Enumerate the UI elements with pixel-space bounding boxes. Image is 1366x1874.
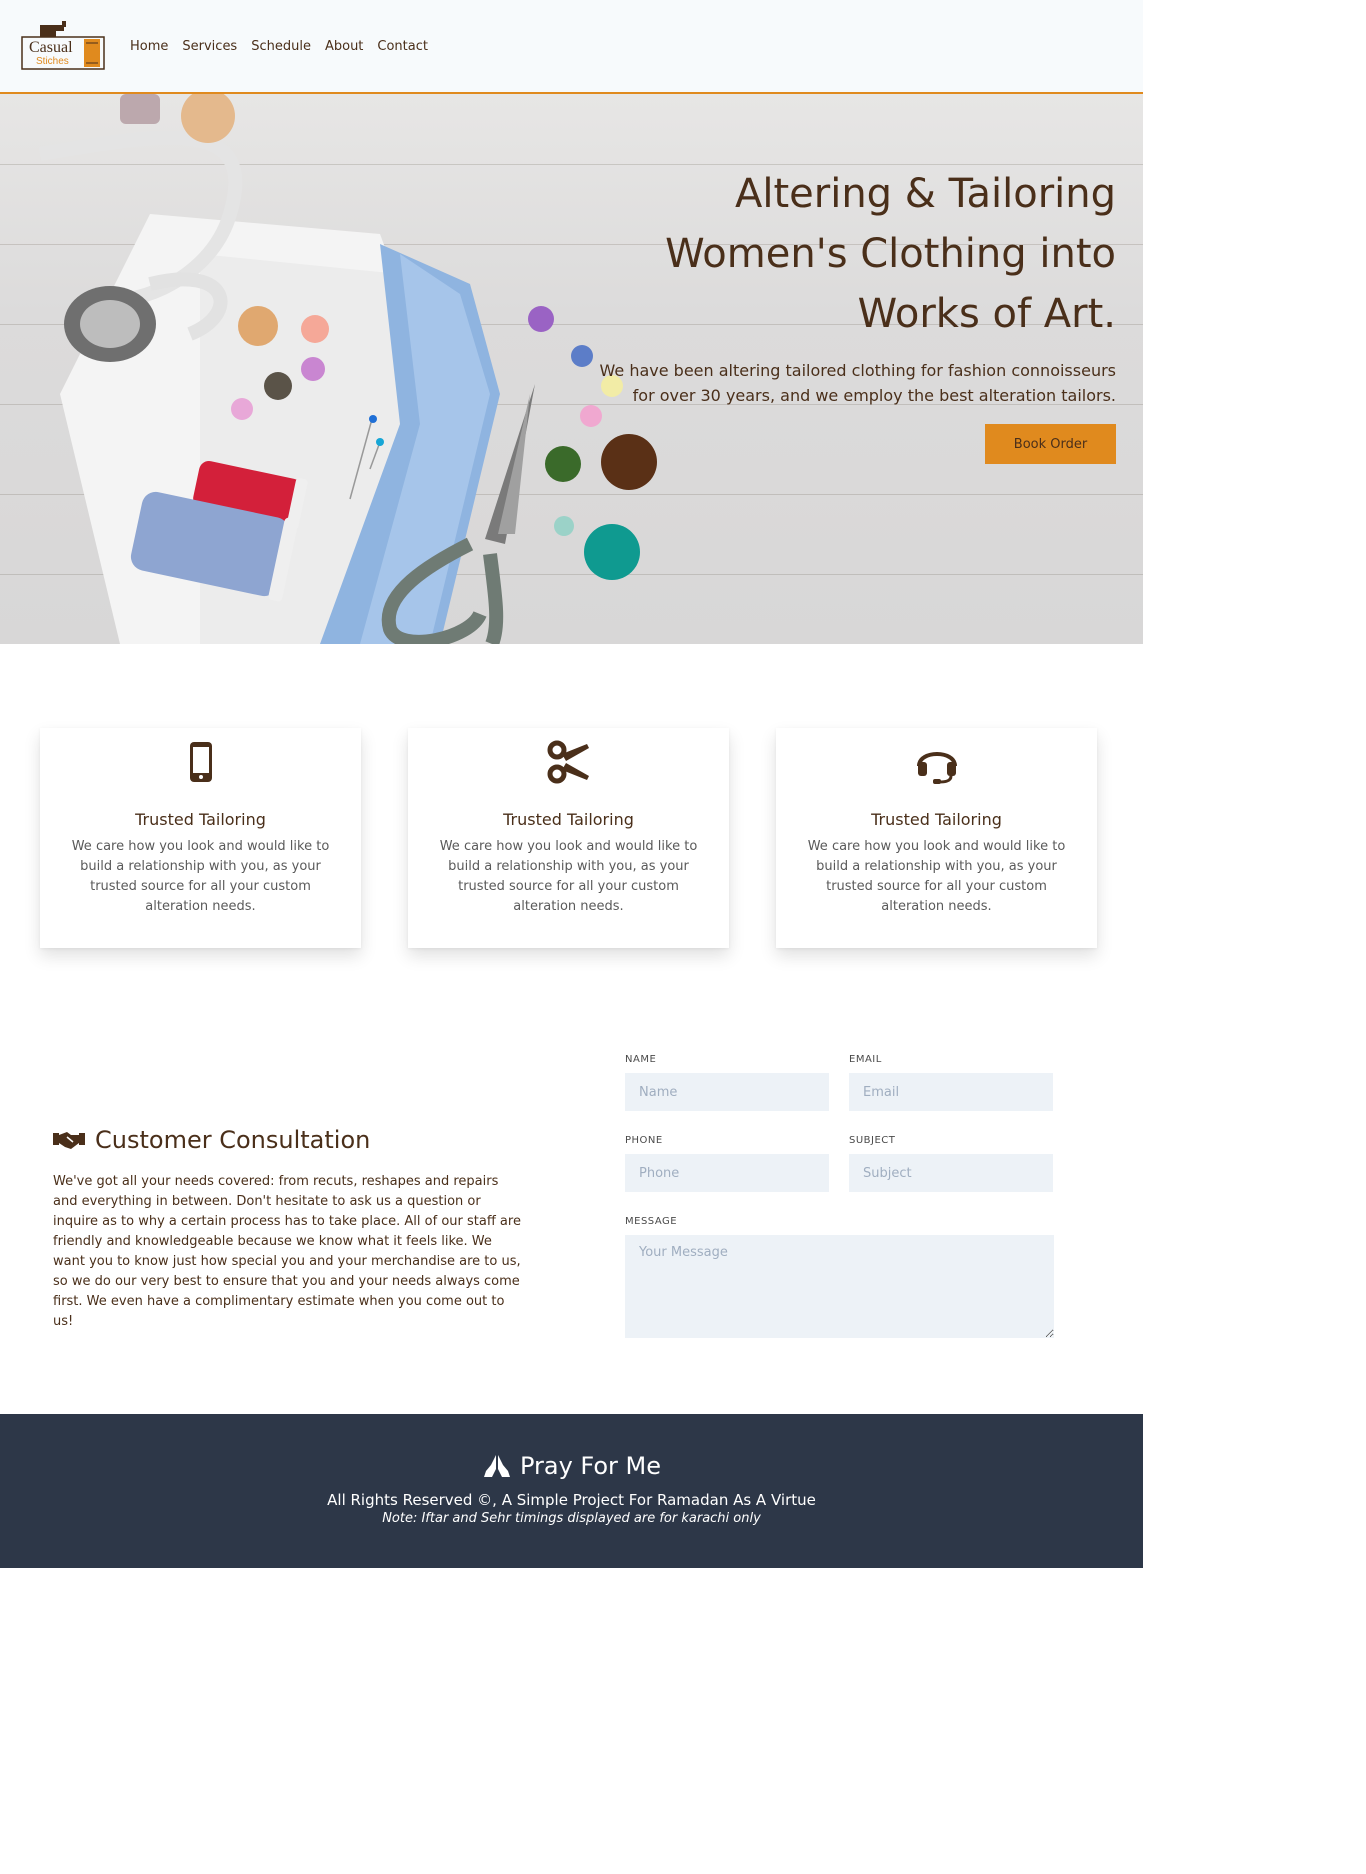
- name-field-group: NAME: [625, 1054, 829, 1111]
- feature-text: We care how you look and would like to b…: [807, 839, 1066, 914]
- hero-section: Altering & Tailoring Women's Clothing in…: [0, 94, 1143, 644]
- footer-copyright: All Rights Reserved ©, A Simple Project …: [327, 1491, 816, 1509]
- name-label: NAME: [625, 1054, 657, 1065]
- hero-title-line-2: Women's Clothing into: [665, 231, 1116, 277]
- message-field-group: MESSAGE: [625, 1216, 1054, 1342]
- nav-link-contact[interactable]: Contact: [377, 39, 428, 54]
- feature-text: We care how you look and would like to b…: [71, 839, 330, 914]
- contact-form: NAME EMAIL PHONE SUBJECT MESSAGE: [625, 1054, 1055, 1366]
- hero-subtitle: We have been altering tailored clothing …: [599, 361, 1116, 405]
- feature-card: Trusted Tailoring We care how you look a…: [776, 728, 1097, 948]
- site-footer: Pray For Me All Rights Reserved ©, A Sim…: [0, 1414, 1143, 1568]
- consultation-info: Customer Consultation We've got all your…: [53, 1126, 523, 1332]
- logo-sub-text: Stiches: [36, 56, 69, 67]
- praying-hands-icon: [483, 1455, 510, 1477]
- form-row: NAME EMAIL: [625, 1054, 1055, 1111]
- scissors-icon: [547, 740, 589, 784]
- subject-label: SUBJECT: [849, 1135, 896, 1146]
- feature-card: Trusted Tailoring We care how you look a…: [408, 728, 729, 948]
- nav-links: Home Services Schedule About Contact: [130, 39, 428, 54]
- nav-link-home[interactable]: Home: [130, 39, 168, 54]
- consultation-text: We've got all your needs covered: from r…: [53, 1174, 521, 1329]
- top-navbar: Casual Stiches Home Services Schedule Ab…: [0, 0, 1143, 94]
- message-textarea[interactable]: [625, 1235, 1054, 1338]
- hero-title: Altering & Tailoring Women's Clothing in…: [596, 164, 1116, 344]
- nav-link-schedule[interactable]: Schedule: [251, 39, 311, 54]
- nav-link-services[interactable]: Services: [182, 39, 237, 54]
- message-label: MESSAGE: [625, 1216, 678, 1227]
- footer-note: Note: Iftar and Sehr timings displayed a…: [382, 1511, 761, 1526]
- footer-brand: Pray For Me: [482, 1452, 661, 1480]
- consultation-heading: Customer Consultation: [53, 1126, 523, 1154]
- logo-main-text: Casual: [29, 39, 73, 56]
- feature-card: Trusted Tailoring We care how you look a…: [40, 728, 361, 948]
- nav-link-about[interactable]: About: [325, 39, 363, 54]
- features-section: Trusted Tailoring We care how you look a…: [0, 644, 1143, 948]
- email-input[interactable]: [849, 1073, 1053, 1111]
- consultation-title: Customer Consultation: [95, 1126, 371, 1154]
- hero-title-line-1: Altering & Tailoring: [734, 171, 1116, 217]
- book-order-button[interactable]: Book Order: [985, 424, 1116, 464]
- form-row: PHONE SUBJECT: [625, 1135, 1055, 1192]
- email-label: EMAIL: [849, 1054, 882, 1065]
- brand-logo[interactable]: Casual Stiches: [20, 19, 106, 73]
- email-field-group: EMAIL: [849, 1054, 1053, 1111]
- phone-field-group: PHONE: [625, 1135, 829, 1192]
- feature-title: Trusted Tailoring: [503, 810, 634, 829]
- sewing-supplies-image: [38, 94, 657, 644]
- name-input[interactable]: [625, 1073, 829, 1111]
- footer-title: Pray For Me: [519, 1452, 662, 1480]
- feature-title: Trusted Tailoring: [871, 810, 1002, 829]
- headset-icon: [916, 752, 957, 784]
- subject-input[interactable]: [849, 1154, 1053, 1192]
- subject-field-group: SUBJECT: [849, 1135, 1053, 1192]
- form-row: MESSAGE: [625, 1216, 1055, 1342]
- feature-title: Trusted Tailoring: [135, 810, 266, 829]
- phone-input[interactable]: [625, 1154, 829, 1192]
- hero-content: Altering & Tailoring Women's Clothing in…: [596, 164, 1116, 464]
- consultation-section: Customer Consultation We've got all your…: [0, 948, 1143, 1414]
- phone-label: PHONE: [625, 1135, 663, 1146]
- hero-title-line-3: Works of Art.: [857, 291, 1116, 337]
- feature-text: We care how you look and would like to b…: [439, 839, 698, 914]
- handshake-icon: [53, 1132, 85, 1149]
- mobile-phone-icon: [189, 742, 212, 782]
